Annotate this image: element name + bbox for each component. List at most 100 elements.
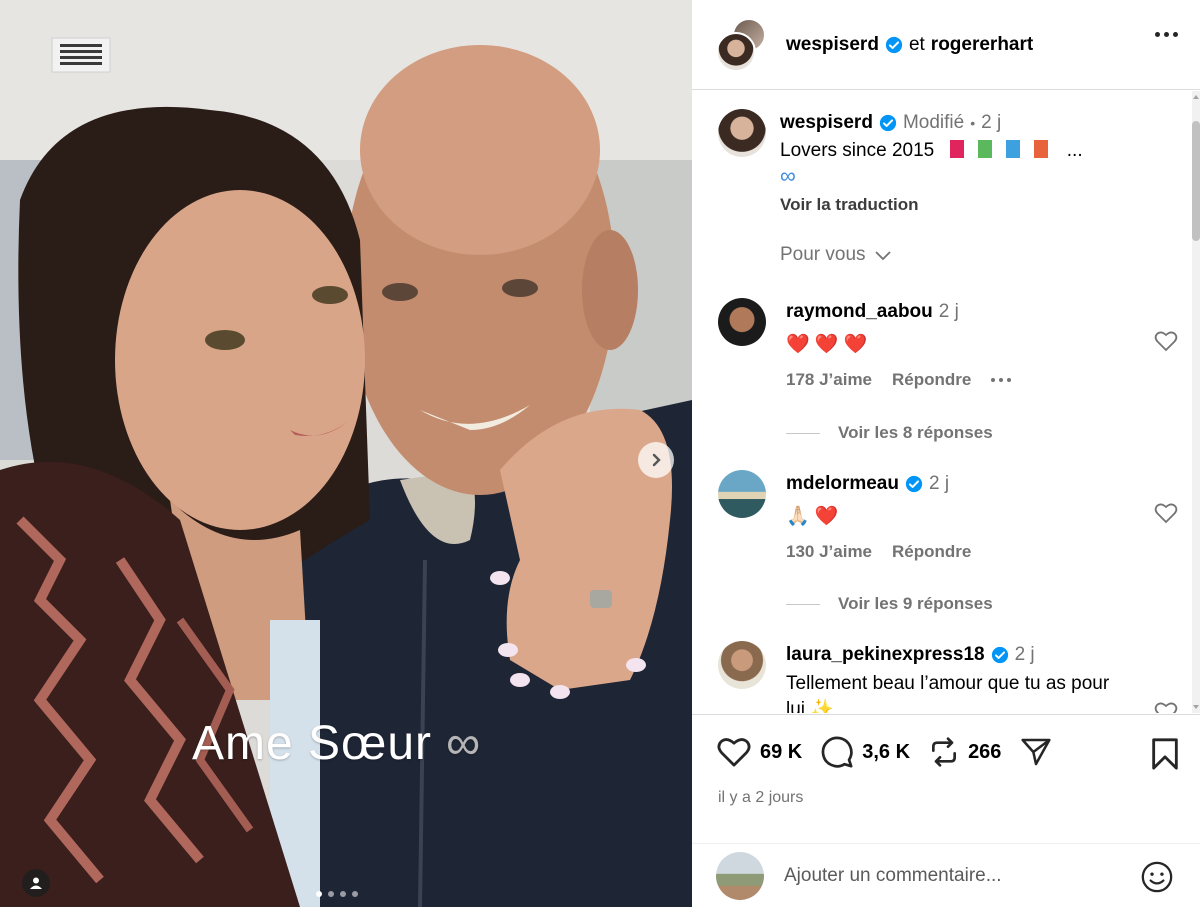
- commenter-username[interactable]: mdelormeau: [786, 473, 899, 495]
- chevron-right-icon: [652, 453, 661, 467]
- post-caption: wespiserd Modifié • 2 j Lovers since 201…: [718, 109, 1178, 219]
- author-avatar[interactable]: [718, 109, 766, 157]
- view-replies-button[interactable]: Voir les 9 réponses: [786, 594, 993, 614]
- reposts-count: 266: [968, 740, 1002, 763]
- comment-age: 2 j: [928, 473, 950, 494]
- commenter-avatar[interactable]: [718, 298, 766, 346]
- comment-sort-dropdown[interactable]: Pour vous: [780, 244, 892, 266]
- comment-item: laura_pekinexpress18 2 j Tellement beau …: [718, 641, 1178, 713]
- comment-button[interactable]: 3,6 K: [820, 735, 910, 769]
- comments-scroll-area[interactable]: wespiserd Modifié • 2 j Lovers since 201…: [692, 91, 1200, 713]
- caption-emoji-squares: [949, 140, 1067, 161]
- heart-icon: [717, 738, 751, 767]
- caption-age: 2 j: [981, 112, 1002, 133]
- comment-likes[interactable]: 178 J’aime: [786, 370, 872, 390]
- comment-text: ❤️ ❤️ ❤️: [786, 334, 868, 355]
- more-dot: [1155, 32, 1160, 37]
- verified-badge-icon: [905, 475, 923, 493]
- post-actions: 69 K 3,6 K 266 il y a 2 jours: [692, 714, 1200, 844]
- post-header: wespiserd et rogererhart: [692, 0, 1200, 90]
- coauthor-avatars[interactable]: [716, 17, 770, 72]
- add-comment-input[interactable]: Ajouter un commentaire...: [784, 865, 1200, 887]
- sort-label: Pour vous: [780, 244, 866, 265]
- comments-scrollbar[interactable]: [1192, 91, 1200, 713]
- comment-text: 🙏🏻 ❤️: [786, 506, 839, 527]
- edited-label: Modifié: [902, 112, 965, 133]
- overlay-text: Ame Sœur: [192, 717, 433, 770]
- bookmark-icon: [1152, 738, 1178, 770]
- user-icon: [30, 877, 42, 889]
- share-button[interactable]: [1019, 736, 1053, 768]
- orange-square-icon: [1033, 140, 1048, 158]
- carousel-dot: [328, 891, 334, 897]
- author-username[interactable]: wespiserd: [786, 34, 879, 56]
- comment-item: raymond_aabou 2 j ❤️ ❤️ ❤️ 178 J’aime Ré…: [718, 298, 1178, 390]
- repost-button[interactable]: 266: [928, 736, 1001, 768]
- repost-icon: [932, 737, 957, 767]
- caption-ellipsis: ...: [1066, 140, 1083, 161]
- post-side-panel: wespiserd et rogererhart wespiserd Modif…: [692, 0, 1200, 907]
- green-square-icon: [977, 140, 992, 158]
- more-dot: [1173, 32, 1178, 37]
- comment-text: Tellement beau l’amour que tu as pour lu…: [786, 673, 1110, 713]
- scrollbar-thumb[interactable]: [1192, 121, 1200, 241]
- like-comment-heart-icon[interactable]: [1154, 330, 1178, 352]
- reply-divider-line: [786, 603, 820, 605]
- verified-badge-icon: [879, 114, 897, 132]
- infinity-symbol: ∞: [446, 717, 482, 770]
- comment-likes[interactable]: 130 J’aime: [786, 542, 872, 562]
- comment-age: 2 j: [938, 301, 959, 322]
- view-replies-label: Voir les 9 réponses: [838, 594, 993, 613]
- emoji-picker-icon[interactable]: [1140, 860, 1174, 894]
- more-dot: [1164, 32, 1169, 37]
- scroll-down-arrow[interactable]: [1193, 705, 1199, 709]
- comment-item: mdelormeau 2 j 🙏🏻 ❤️ 130 J’aime Répondre: [718, 470, 1178, 562]
- tagged-users-button[interactable]: [22, 869, 50, 897]
- current-user-avatar: [716, 851, 764, 900]
- red-square-icon: [949, 140, 964, 158]
- see-translation-link[interactable]: Voir la traduction: [780, 191, 1083, 219]
- caption-username[interactable]: wespiserd: [780, 109, 873, 137]
- view-replies-button[interactable]: Voir les 8 réponses: [786, 423, 993, 443]
- likes-count: 69 K: [760, 740, 803, 763]
- commenter-avatar[interactable]: [718, 470, 766, 518]
- blue-square-icon: [1005, 140, 1020, 158]
- save-button[interactable]: [1150, 737, 1180, 776]
- caption-infinity: ∞: [780, 163, 796, 188]
- comments-count: 3,6 K: [862, 740, 911, 763]
- chevron-down-icon: [874, 251, 891, 261]
- carousel-dot: [316, 891, 322, 897]
- comment-bubble-icon: [821, 736, 853, 768]
- photo-overlay-caption: Ame Sœur ∞: [192, 716, 481, 771]
- comment-options-button[interactable]: [991, 378, 1012, 382]
- scroll-up-arrow[interactable]: [1193, 95, 1199, 99]
- commenter-username[interactable]: laura_pekinexpress18: [786, 644, 985, 666]
- comment-composer: Ajouter un commentaire...: [692, 843, 1200, 907]
- post-authors: wespiserd et rogererhart: [786, 34, 1033, 56]
- post-media[interactable]: Ame Sœur ∞: [0, 0, 692, 907]
- like-comment-heart-icon[interactable]: [1154, 502, 1178, 524]
- reply-button[interactable]: Répondre: [892, 542, 971, 562]
- carousel-dot: [352, 891, 358, 897]
- view-replies-label: Voir les 8 réponses: [838, 423, 993, 442]
- reply-button[interactable]: Répondre: [892, 370, 971, 390]
- commenter-username[interactable]: raymond_aabou: [786, 301, 933, 323]
- coauthor-username[interactable]: rogererhart: [931, 34, 1033, 56]
- more-options-button[interactable]: [1155, 32, 1178, 37]
- commenter-avatar[interactable]: [718, 641, 766, 689]
- carousel-next-button[interactable]: [638, 442, 674, 478]
- verified-badge-icon: [885, 36, 903, 53]
- wall-vent: [51, 37, 111, 73]
- verified-badge-icon: [991, 646, 1008, 664]
- comment-age: 2 j: [1014, 644, 1035, 665]
- author-joiner: et: [908, 33, 925, 55]
- separator: •: [970, 115, 976, 131]
- carousel-indicator: [316, 891, 358, 897]
- post-date[interactable]: il y a 2 jours: [718, 789, 803, 807]
- carousel-dot: [340, 891, 346, 897]
- caption-text: Lovers since 2015: [780, 140, 935, 161]
- avatar: [716, 31, 756, 72]
- reply-divider-line: [786, 432, 820, 434]
- like-button[interactable]: 69 K: [716, 736, 802, 768]
- like-comment-heart-icon[interactable]: [1154, 701, 1178, 713]
